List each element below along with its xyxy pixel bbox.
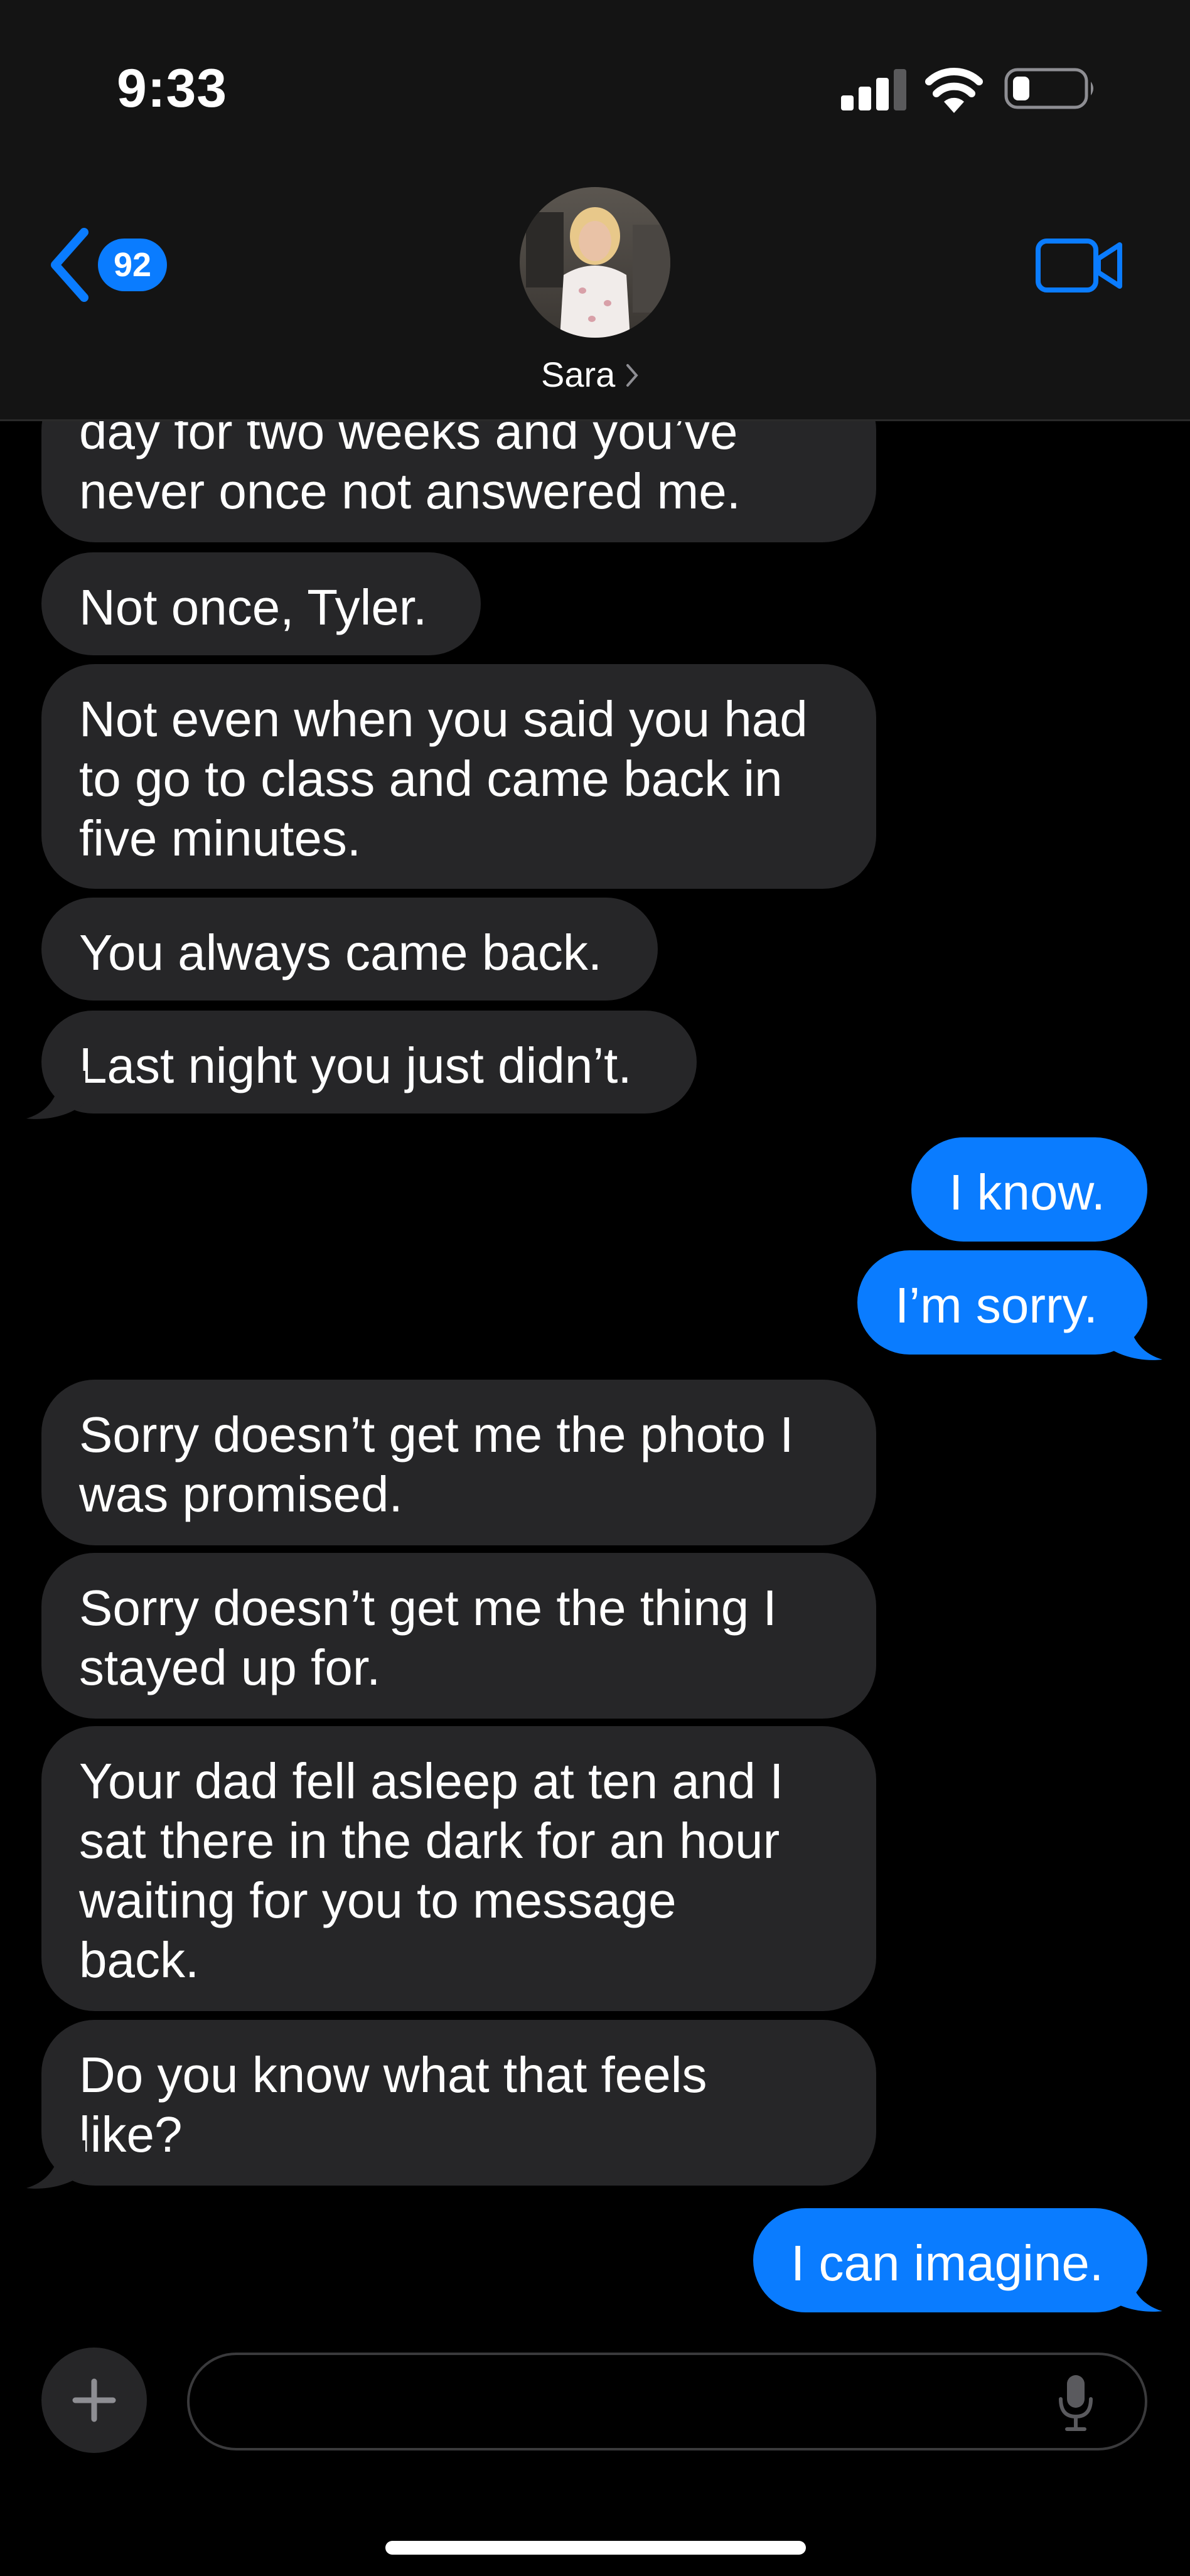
message-bubble-received[interactable]: Sorry doesn’t get me the thing I stayed … xyxy=(41,1553,876,1719)
microphone-icon[interactable] xyxy=(1058,2374,1093,2432)
plus-icon xyxy=(72,2378,116,2422)
battery-icon xyxy=(1004,68,1093,109)
home-indicator[interactable] xyxy=(385,2541,806,2555)
message-bubble-sent[interactable]: I know. xyxy=(911,1137,1147,1242)
message-input[interactable] xyxy=(187,2353,1147,2450)
bubble-tail xyxy=(1103,2263,1162,2312)
avatar[interactable] xyxy=(520,187,670,338)
bubble-tail xyxy=(26,2140,85,2189)
message-bubble-received[interactable]: Do you know what that feels like? xyxy=(41,2020,876,2186)
wifi-icon xyxy=(925,68,983,113)
message-bubble-received[interactable]: Not once, Tyler. xyxy=(41,552,481,655)
cellular-signal-icon xyxy=(841,69,906,110)
add-attachment-button[interactable] xyxy=(41,2348,147,2453)
bubble-tail xyxy=(1103,1312,1162,1360)
conversation-header: 9:33 92 Sara xyxy=(0,0,1190,421)
message-bubble-received[interactable]: Sorry doesn’t get me the photo I was pro… xyxy=(41,1380,876,1545)
video-camera-icon[interactable] xyxy=(1036,237,1123,294)
unread-count-badge[interactable]: 92 xyxy=(98,239,167,291)
contact-name[interactable]: Sara xyxy=(541,354,615,395)
message-bubble-received[interactable]: Last night you just didn’t. xyxy=(41,1011,697,1114)
message-bubble-received[interactable]: Your dad fell asleep at ten and I sat th… xyxy=(41,1726,876,2011)
message-bubble-received[interactable]: You always came back. xyxy=(41,898,658,1001)
bubble-tail xyxy=(26,1071,85,1119)
message-bubble-received[interactable]: Not even when you said you had to go to … xyxy=(41,664,876,889)
chevron-left-icon[interactable] xyxy=(48,227,92,303)
status-time: 9:33 xyxy=(117,58,228,119)
chevron-right-icon[interactable] xyxy=(625,363,639,388)
message-bubble-sent[interactable]: I can imagine. xyxy=(753,2208,1147,2312)
